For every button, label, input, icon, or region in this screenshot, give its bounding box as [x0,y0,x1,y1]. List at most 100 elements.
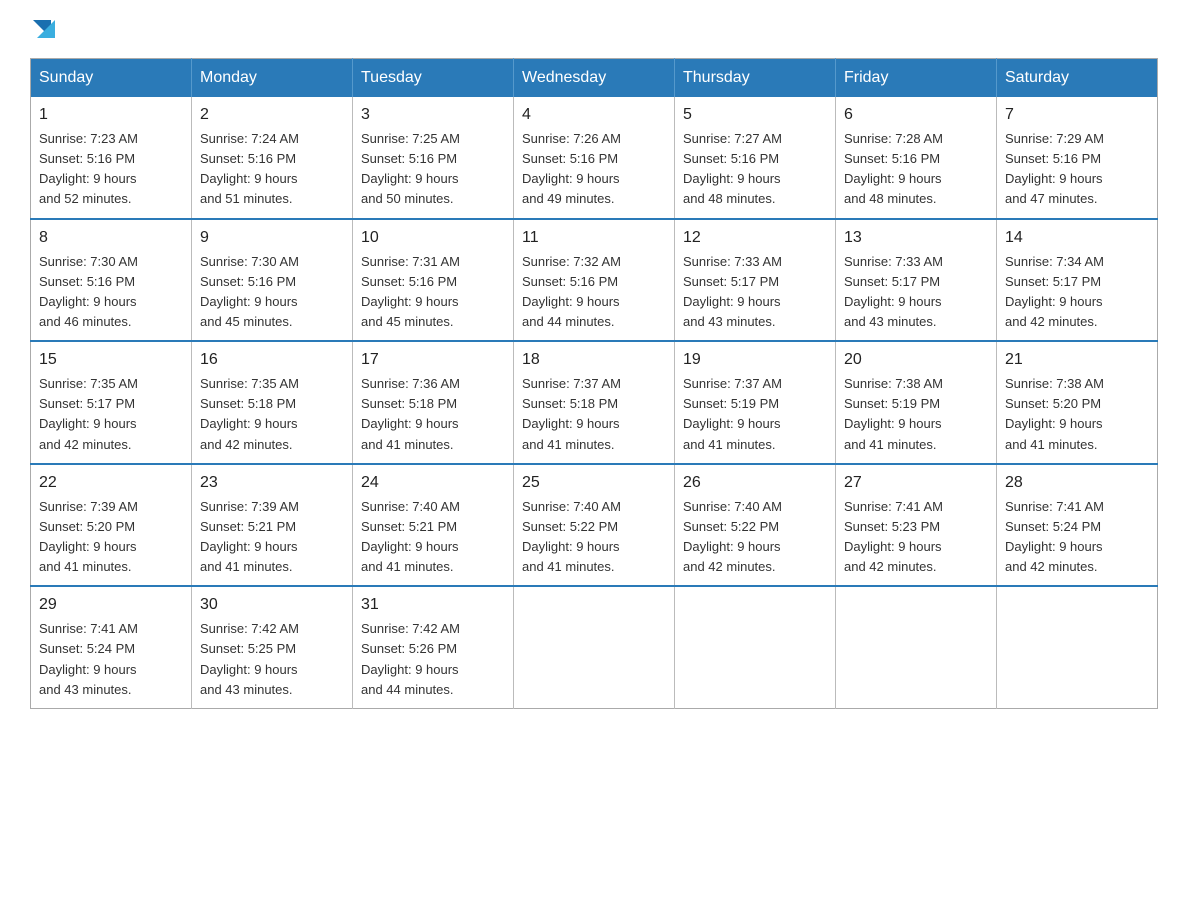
day-info: Sunrise: 7:40 AMSunset: 5:22 PMDaylight:… [522,499,621,574]
day-info: Sunrise: 7:30 AMSunset: 5:16 PMDaylight:… [200,254,299,329]
calendar-cell: 3 Sunrise: 7:25 AMSunset: 5:16 PMDayligh… [353,97,514,219]
calendar-cell: 1 Sunrise: 7:23 AMSunset: 5:16 PMDayligh… [31,97,192,219]
logo-icon [33,20,55,42]
day-info: Sunrise: 7:41 AMSunset: 5:23 PMDaylight:… [844,499,943,574]
day-number: 15 [39,348,183,372]
calendar-cell: 21 Sunrise: 7:38 AMSunset: 5:20 PMDaylig… [997,341,1158,464]
calendar-table: SundayMondayTuesdayWednesdayThursdayFrid… [30,58,1158,709]
day-info: Sunrise: 7:24 AMSunset: 5:16 PMDaylight:… [200,131,299,206]
calendar-cell: 19 Sunrise: 7:37 AMSunset: 5:19 PMDaylig… [675,341,836,464]
day-number: 5 [683,103,827,127]
day-number: 28 [1005,471,1149,495]
day-header-saturday: Saturday [997,59,1158,98]
day-number: 11 [522,226,666,250]
calendar-cell: 15 Sunrise: 7:35 AMSunset: 5:17 PMDaylig… [31,341,192,464]
day-info: Sunrise: 7:33 AMSunset: 5:17 PMDaylight:… [683,254,782,329]
day-info: Sunrise: 7:35 AMSunset: 5:17 PMDaylight:… [39,376,138,451]
calendar-week-row: 22 Sunrise: 7:39 AMSunset: 5:20 PMDaylig… [31,464,1158,587]
calendar-cell: 8 Sunrise: 7:30 AMSunset: 5:16 PMDayligh… [31,219,192,342]
day-number: 14 [1005,226,1149,250]
day-header-thursday: Thursday [675,59,836,98]
calendar-week-row: 8 Sunrise: 7:30 AMSunset: 5:16 PMDayligh… [31,219,1158,342]
day-number: 8 [39,226,183,250]
day-info: Sunrise: 7:38 AMSunset: 5:19 PMDaylight:… [844,376,943,451]
day-header-tuesday: Tuesday [353,59,514,98]
calendar-week-row: 29 Sunrise: 7:41 AMSunset: 5:24 PMDaylig… [31,586,1158,708]
calendar-cell: 4 Sunrise: 7:26 AMSunset: 5:16 PMDayligh… [514,97,675,219]
day-number: 6 [844,103,988,127]
day-info: Sunrise: 7:31 AMSunset: 5:16 PMDaylight:… [361,254,460,329]
day-number: 16 [200,348,344,372]
calendar-cell: 28 Sunrise: 7:41 AMSunset: 5:24 PMDaylig… [997,464,1158,587]
day-info: Sunrise: 7:27 AMSunset: 5:16 PMDaylight:… [683,131,782,206]
calendar-header-row: SundayMondayTuesdayWednesdayThursdayFrid… [31,59,1158,98]
day-number: 7 [1005,103,1149,127]
calendar-cell: 12 Sunrise: 7:33 AMSunset: 5:17 PMDaylig… [675,219,836,342]
calendar-cell: 22 Sunrise: 7:39 AMSunset: 5:20 PMDaylig… [31,464,192,587]
day-info: Sunrise: 7:41 AMSunset: 5:24 PMDaylight:… [1005,499,1104,574]
calendar-week-row: 1 Sunrise: 7:23 AMSunset: 5:16 PMDayligh… [31,97,1158,219]
calendar-cell: 13 Sunrise: 7:33 AMSunset: 5:17 PMDaylig… [836,219,997,342]
day-info: Sunrise: 7:36 AMSunset: 5:18 PMDaylight:… [361,376,460,451]
day-info: Sunrise: 7:30 AMSunset: 5:16 PMDaylight:… [39,254,138,329]
day-number: 30 [200,593,344,617]
day-info: Sunrise: 7:39 AMSunset: 5:20 PMDaylight:… [39,499,138,574]
day-number: 10 [361,226,505,250]
calendar-cell: 30 Sunrise: 7:42 AMSunset: 5:25 PMDaylig… [192,586,353,708]
calendar-cell: 5 Sunrise: 7:27 AMSunset: 5:16 PMDayligh… [675,97,836,219]
calendar-cell: 2 Sunrise: 7:24 AMSunset: 5:16 PMDayligh… [192,97,353,219]
calendar-cell: 20 Sunrise: 7:38 AMSunset: 5:19 PMDaylig… [836,341,997,464]
day-info: Sunrise: 7:35 AMSunset: 5:18 PMDaylight:… [200,376,299,451]
calendar-cell: 27 Sunrise: 7:41 AMSunset: 5:23 PMDaylig… [836,464,997,587]
calendar-cell: 7 Sunrise: 7:29 AMSunset: 5:16 PMDayligh… [997,97,1158,219]
calendar-cell: 14 Sunrise: 7:34 AMSunset: 5:17 PMDaylig… [997,219,1158,342]
day-number: 4 [522,103,666,127]
page-header [30,20,1158,42]
day-info: Sunrise: 7:38 AMSunset: 5:20 PMDaylight:… [1005,376,1104,451]
calendar-cell: 16 Sunrise: 7:35 AMSunset: 5:18 PMDaylig… [192,341,353,464]
logo [30,20,55,42]
calendar-cell: 10 Sunrise: 7:31 AMSunset: 5:16 PMDaylig… [353,219,514,342]
day-number: 1 [39,103,183,127]
day-info: Sunrise: 7:34 AMSunset: 5:17 PMDaylight:… [1005,254,1104,329]
calendar-cell [997,586,1158,708]
day-info: Sunrise: 7:37 AMSunset: 5:19 PMDaylight:… [683,376,782,451]
calendar-cell: 11 Sunrise: 7:32 AMSunset: 5:16 PMDaylig… [514,219,675,342]
calendar-week-row: 15 Sunrise: 7:35 AMSunset: 5:17 PMDaylig… [31,341,1158,464]
day-info: Sunrise: 7:29 AMSunset: 5:16 PMDaylight:… [1005,131,1104,206]
calendar-cell: 24 Sunrise: 7:40 AMSunset: 5:21 PMDaylig… [353,464,514,587]
calendar-cell: 26 Sunrise: 7:40 AMSunset: 5:22 PMDaylig… [675,464,836,587]
logo-blue-text [30,20,55,42]
day-info: Sunrise: 7:23 AMSunset: 5:16 PMDaylight:… [39,131,138,206]
day-number: 27 [844,471,988,495]
calendar-cell: 31 Sunrise: 7:42 AMSunset: 5:26 PMDaylig… [353,586,514,708]
calendar-cell [836,586,997,708]
day-info: Sunrise: 7:39 AMSunset: 5:21 PMDaylight:… [200,499,299,574]
day-number: 21 [1005,348,1149,372]
day-info: Sunrise: 7:40 AMSunset: 5:21 PMDaylight:… [361,499,460,574]
day-header-monday: Monday [192,59,353,98]
day-number: 23 [200,471,344,495]
day-header-friday: Friday [836,59,997,98]
day-number: 26 [683,471,827,495]
day-number: 22 [39,471,183,495]
day-number: 18 [522,348,666,372]
calendar-cell: 29 Sunrise: 7:41 AMSunset: 5:24 PMDaylig… [31,586,192,708]
day-header-sunday: Sunday [31,59,192,98]
day-number: 24 [361,471,505,495]
day-info: Sunrise: 7:28 AMSunset: 5:16 PMDaylight:… [844,131,943,206]
calendar-cell: 9 Sunrise: 7:30 AMSunset: 5:16 PMDayligh… [192,219,353,342]
day-info: Sunrise: 7:33 AMSunset: 5:17 PMDaylight:… [844,254,943,329]
calendar-cell: 6 Sunrise: 7:28 AMSunset: 5:16 PMDayligh… [836,97,997,219]
day-info: Sunrise: 7:42 AMSunset: 5:25 PMDaylight:… [200,621,299,696]
calendar-cell [675,586,836,708]
day-info: Sunrise: 7:25 AMSunset: 5:16 PMDaylight:… [361,131,460,206]
day-number: 13 [844,226,988,250]
day-number: 2 [200,103,344,127]
day-number: 19 [683,348,827,372]
day-number: 9 [200,226,344,250]
day-number: 12 [683,226,827,250]
day-info: Sunrise: 7:26 AMSunset: 5:16 PMDaylight:… [522,131,621,206]
calendar-cell: 25 Sunrise: 7:40 AMSunset: 5:22 PMDaylig… [514,464,675,587]
day-info: Sunrise: 7:40 AMSunset: 5:22 PMDaylight:… [683,499,782,574]
